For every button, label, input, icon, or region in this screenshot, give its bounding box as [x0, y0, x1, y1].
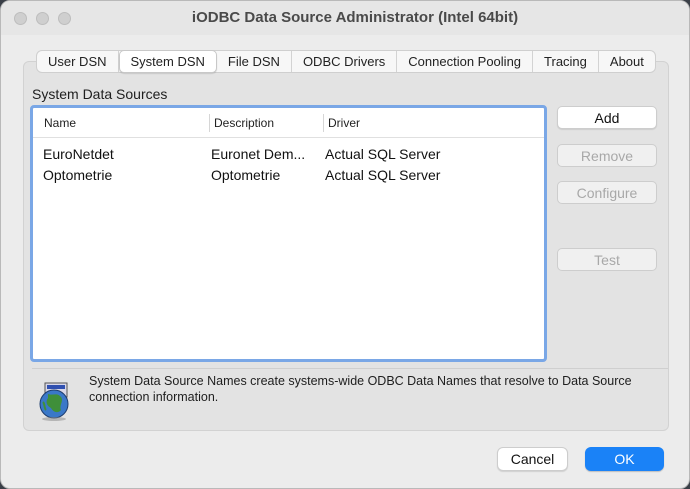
remove-button[interactable]: Remove [557, 144, 657, 167]
column-header-description[interactable]: Description [209, 113, 323, 132]
row-description: Euronet Dem... [211, 146, 306, 162]
info-divider [32, 368, 668, 369]
data-sources-list[interactable]: Name Description Driver EuroNetdet Euron… [30, 105, 547, 362]
globe-computer-icon [39, 382, 69, 421]
row-description: Optometrie [211, 167, 281, 183]
column-header-name[interactable]: Name [44, 114, 209, 132]
row-driver: Actual SQL Server [325, 167, 441, 183]
cancel-button[interactable]: Cancel [497, 447, 568, 471]
title-bar[interactable]: iODBC Data Source Administrator (Intel 6… [1, 1, 689, 35]
tab-tracing[interactable]: Tracing [533, 51, 599, 72]
tab-system-dsn[interactable]: System DSN [118, 50, 217, 73]
row-name: Optometrie [43, 167, 113, 183]
ok-button[interactable]: OK [585, 447, 664, 471]
add-button[interactable]: Add [557, 106, 657, 129]
odbc-admin-window: iODBC Data Source Administrator (Intel 6… [0, 0, 690, 489]
tab-odbc-drivers[interactable]: ODBC Drivers [292, 51, 398, 72]
table-row[interactable]: Optometrie Optometrie Actual SQL Server [33, 165, 544, 186]
column-header-driver[interactable]: Driver [323, 113, 443, 132]
tab-connection-pooling[interactable]: Connection Pooling [397, 51, 534, 72]
window-title: iODBC Data Source Administrator (Intel 6… [191, 9, 519, 26]
list-header: Name Description Driver [33, 108, 544, 138]
info-description: System Data Source Names create systems-… [89, 374, 632, 404]
tab-file-dsn[interactable]: File DSN [217, 51, 292, 72]
row-driver: Actual SQL Server [325, 146, 441, 162]
tab-bar: User DSN System DSN File DSN ODBC Driver… [36, 50, 656, 73]
test-button[interactable]: Test [557, 248, 657, 271]
configure-button[interactable]: Configure [557, 181, 657, 204]
row-name: EuroNetdet [43, 146, 114, 162]
section-title: System Data Sources [32, 86, 168, 102]
table-row[interactable]: EuroNetdet Euronet Dem... Actual SQL Ser… [33, 144, 544, 165]
tab-user-dsn[interactable]: User DSN [37, 51, 119, 72]
tab-about[interactable]: About [599, 51, 655, 72]
